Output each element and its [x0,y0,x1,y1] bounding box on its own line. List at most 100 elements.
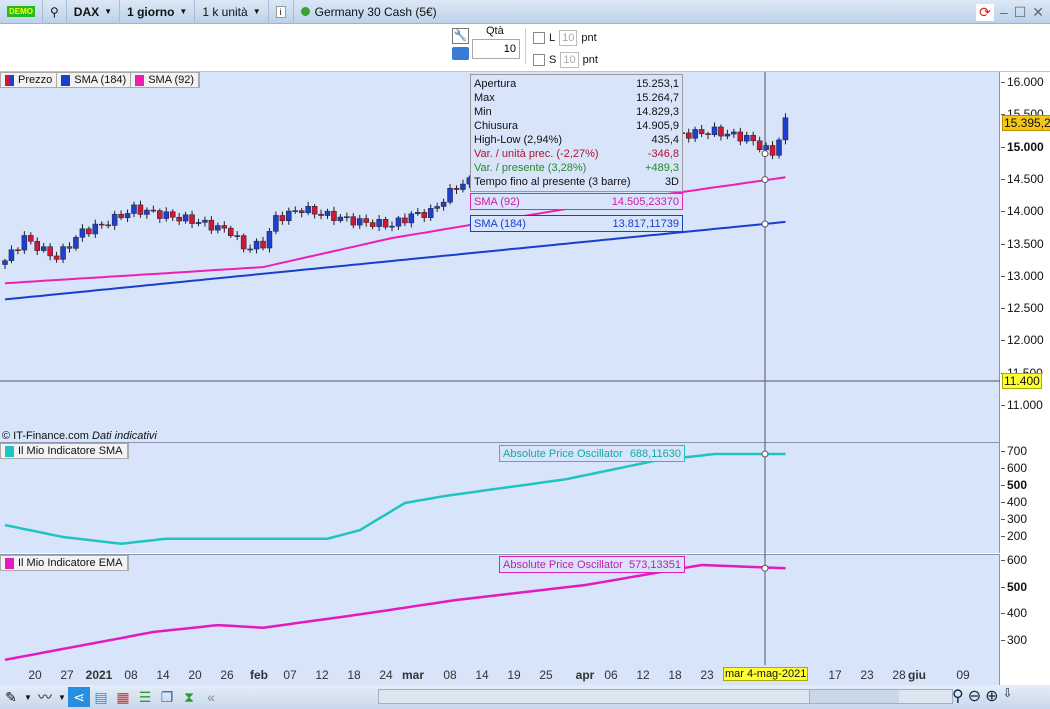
candle [92,223,99,235]
candle [737,131,744,142]
candle [369,222,376,227]
time-label: 23 [860,668,874,682]
price-tick: 12.000 [1001,333,1044,347]
windows-icon[interactable]: ❐ [156,687,178,707]
candle [357,218,363,226]
chevron-down-icon[interactable]: ▼ [56,687,68,707]
price-tick: 14.500 [1001,172,1044,186]
legend-price[interactable]: Prezzo [1,73,58,87]
candle [86,228,92,235]
time-label: 17 [828,668,842,682]
candle [221,225,228,229]
time-label: feb [250,668,268,682]
legend-sma184[interactable]: SMA (184) [57,73,132,87]
time-label: 23 [700,668,714,682]
candle [124,213,131,219]
minimize-button[interactable]: – [1000,4,1008,20]
share-icon[interactable]: ⋖ [68,687,90,707]
time-label: 27 [60,668,74,682]
legend-sma92[interactable]: SMA (92) [131,73,200,87]
zoom-controls: ⚲ ⊖ ⊕ ⇩ [952,686,1013,706]
settings-icon[interactable]: ⇩ [1003,686,1013,706]
price-tick: 13.500 [1001,237,1044,251]
ema-indicator-legend[interactable]: Il Mio Indicatore EMA [0,555,129,571]
tooltip-label: Var. / presente (3,28%) [474,162,587,174]
candle [34,241,40,251]
sma184-line [4,220,786,301]
candle [240,235,247,250]
scroll-left-icon[interactable]: « [200,687,222,707]
ema-oscillator-value-box: Absolute Price Oscillator 573,13351 [499,556,685,573]
candle [40,246,47,251]
time-label: 18 [347,668,361,682]
candle [434,206,440,209]
time-label: 2021 [85,668,113,682]
candle [169,211,176,218]
zoom-out-icon[interactable]: ⊖ [968,686,981,706]
candle [157,210,163,219]
candle [692,129,698,139]
time-label: giu [908,668,926,682]
report-icon[interactable]: ▦ [112,687,134,707]
candle [279,215,286,222]
candle [298,210,305,214]
zoom-in-icon[interactable]: ⊕ [985,686,998,706]
candle [111,213,118,226]
candle [440,201,447,207]
time-label: 12 [636,668,650,682]
candle [215,225,221,231]
sma-indicator-legend[interactable]: Il Mio Indicatore SMA [0,443,129,459]
candle [460,183,466,190]
candle [731,131,737,135]
candle [144,209,150,215]
candles-icon[interactable]: ⧗ [178,687,200,707]
tooltip-value: +489,3 [645,162,679,174]
candle [228,227,234,237]
candle [234,235,240,237]
time-label: 19 [507,668,521,682]
candle [28,235,34,242]
tooltip-row: Apertura 15.253,1 [474,77,679,91]
candle [685,132,692,139]
orderbook-icon[interactable]: ☰ [134,687,156,707]
candle [382,219,389,228]
candle [318,213,324,216]
candle [73,237,79,249]
zoom-fit-icon[interactable]: ⚲ [952,686,964,706]
candle [15,249,21,251]
candle [395,217,402,227]
sma-osc-tick: 300 [1001,512,1027,526]
candle [324,210,331,216]
ema-osc-tick: 500 [1001,580,1027,594]
close-button[interactable]: ✕ [1032,4,1044,21]
scrollbar-thumb[interactable] [809,690,899,703]
tooltip-value: 435,4 [651,134,679,146]
time-axis[interactable]: 20 27 2021 08 14 20 26 feb 07 12 18 24 mar 08 14 19 25 ap… [0,665,1000,685]
candle [711,126,718,136]
maximize-button[interactable]: ☐ [1014,4,1027,21]
candle [163,211,169,219]
crosshair-marker [761,220,769,228]
time-label: 08 [443,668,457,682]
candle [763,145,769,151]
candle [253,240,260,250]
time-label: 25 [539,668,553,682]
candle [350,216,357,226]
candle [137,204,144,215]
candle [776,139,782,156]
comment-icon[interactable]: ▤ [90,687,112,707]
candle [389,225,395,228]
time-scrollbar[interactable] [378,689,953,704]
tooltip-value: 14.829,3 [636,106,679,118]
time-label: 14 [475,668,489,682]
candle [408,213,415,224]
tooltip-row: High-Low (2,94%) 435,4 [474,133,679,147]
time-label: 18 [668,668,682,682]
crosshair-marker [761,450,769,458]
candle [21,235,28,251]
candle [750,135,756,142]
time-label: mar [401,668,425,682]
chevron-down-icon[interactable]: ▼ [22,687,34,707]
indicators-icon[interactable]: 〰 [34,687,56,707]
drawing-tools-icon[interactable]: ✎ [0,687,22,707]
